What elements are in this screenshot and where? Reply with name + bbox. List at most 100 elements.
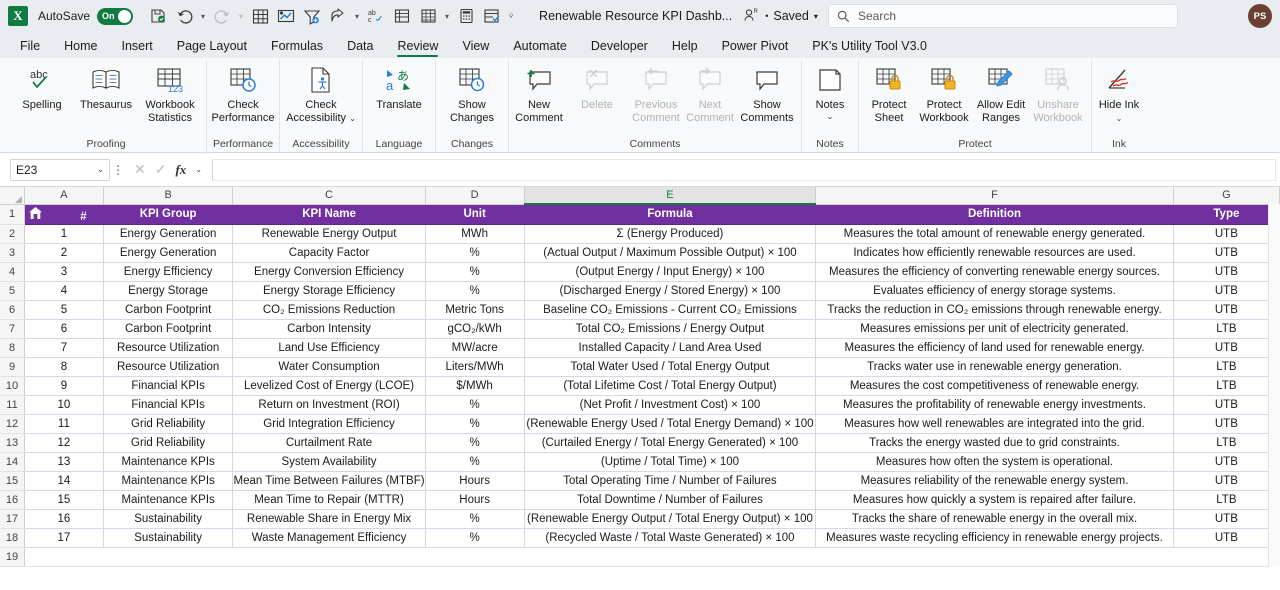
cell-formula[interactable]: (Output Energy / Input Energy) × 100: [524, 262, 817, 282]
sort-table-icon[interactable]: [389, 4, 415, 28]
cell-formula[interactable]: (Renewable Energy Output / Total Energy …: [524, 509, 817, 529]
row-header-12[interactable]: 12: [0, 414, 26, 434]
redo-dropdown-icon[interactable]: ▾: [235, 4, 247, 28]
cell-formula[interactable]: (Net Profit / Investment Cost) × 100: [524, 395, 817, 415]
save-status[interactable]: • Saved ▾: [765, 9, 818, 23]
cell-unit[interactable]: Hours: [425, 490, 525, 510]
cell-formula[interactable]: Total Operating Time / Number of Failure…: [524, 471, 817, 491]
cell-unit[interactable]: %: [425, 395, 525, 415]
cell-definition[interactable]: Measures waste recycling efficiency in r…: [815, 528, 1174, 548]
cell-kpi-group[interactable]: Energy Storage: [103, 281, 234, 301]
cell-type[interactable]: LTB: [1173, 319, 1280, 339]
column-header-g[interactable]: G: [1173, 187, 1280, 205]
cell-formula[interactable]: (Discharged Energy / Stored Energy) × 10…: [524, 281, 817, 301]
cell-kpi-group[interactable]: Grid Reliability: [103, 433, 234, 453]
cell-kpi-group[interactable]: Maintenance KPIs: [103, 471, 234, 491]
empty-cell[interactable]: [103, 547, 233, 567]
cell-unit[interactable]: %: [425, 281, 525, 301]
notes-chevron-down-icon[interactable]: ⌄: [827, 112, 834, 121]
cell-type[interactable]: UTB: [1173, 243, 1280, 263]
redo-icon[interactable]: [209, 4, 235, 28]
cell-number[interactable]: 7: [24, 338, 104, 358]
cell-kpi-group[interactable]: Sustainability: [103, 528, 234, 548]
cell-kpi-name[interactable]: Curtailment Rate: [232, 433, 426, 453]
cell-formula[interactable]: Baseline CO₂ Emissions - Current CO₂ Emi…: [524, 300, 817, 320]
save-icon[interactable]: [145, 4, 171, 28]
search-input[interactable]: Search: [828, 4, 1178, 28]
cell-number[interactable]: 16: [24, 509, 104, 529]
cell-definition[interactable]: Tracks the share of renewable energy in …: [815, 509, 1174, 529]
cell-definition[interactable]: Measures the total amount of renewable e…: [815, 224, 1174, 244]
cell-number[interactable]: 13: [24, 452, 104, 472]
cell-unit[interactable]: $/MWh: [425, 376, 525, 396]
cell-kpi-group[interactable]: Maintenance KPIs: [103, 490, 234, 510]
cell-kpi-name[interactable]: Mean Time to Repair (MTTR): [232, 490, 426, 510]
cell-type[interactable]: UTB: [1173, 528, 1280, 548]
cell-kpi-group[interactable]: Grid Reliability: [103, 414, 234, 434]
cell-formula[interactable]: (Actual Output / Maximum Possible Output…: [524, 243, 817, 263]
cell-kpi-name[interactable]: Renewable Energy Output: [232, 224, 426, 244]
row-header-6[interactable]: 6: [0, 300, 26, 320]
row-header-16[interactable]: 16: [0, 490, 26, 510]
tab-help[interactable]: Help: [660, 36, 710, 58]
cell-unit[interactable]: MWh: [425, 224, 525, 244]
cell-kpi-name[interactable]: Capacity Factor: [232, 243, 426, 263]
table-icon[interactable]: [247, 4, 273, 28]
name-box[interactable]: E23 ⌄: [10, 158, 110, 181]
row-header-11[interactable]: 11: [0, 395, 26, 415]
cell-unit[interactable]: %: [425, 243, 525, 263]
tab-home[interactable]: Home: [52, 36, 109, 58]
tab-insert[interactable]: Insert: [110, 36, 165, 58]
new-comment-button[interactable]: New Comment: [513, 60, 565, 124]
filter-icon[interactable]: [299, 4, 325, 28]
cell-kpi-group[interactable]: Financial KPIs: [103, 376, 234, 396]
header-cell-kpi-name[interactable]: KPI Name: [232, 204, 426, 225]
cell-type[interactable]: UTB: [1173, 300, 1280, 320]
cell-kpi-group[interactable]: Sustainability: [103, 509, 234, 529]
cell-number[interactable]: 14: [24, 471, 104, 491]
cell-number[interactable]: 10: [24, 395, 104, 415]
cell-number[interactable]: 11: [24, 414, 104, 434]
row-header-9[interactable]: 9: [0, 357, 26, 377]
vertical-scrollbar[interactable]: [1268, 204, 1280, 567]
show-comments-button[interactable]: Show Comments: [737, 60, 797, 124]
cell-number[interactable]: 2: [24, 243, 104, 263]
protect-sheet-button[interactable]: Protect Sheet: [863, 60, 915, 124]
cell-number[interactable]: 15: [24, 490, 104, 510]
row-header-19[interactable]: 19: [0, 547, 26, 567]
empty-cell[interactable]: [24, 547, 104, 567]
share-icon[interactable]: [325, 4, 351, 28]
row-header-18[interactable]: 18: [0, 528, 26, 548]
row-header-2[interactable]: 2: [0, 224, 26, 244]
protect-workbook-button[interactable]: Protect Workbook: [915, 60, 973, 124]
cell-kpi-group[interactable]: Energy Generation: [103, 224, 234, 244]
cell-unit[interactable]: %: [425, 262, 525, 282]
row-header-13[interactable]: 13: [0, 433, 26, 453]
cell-unit[interactable]: Liters/MWh: [425, 357, 525, 377]
hide-ink-button[interactable]: Hide Ink ⌄: [1096, 60, 1142, 125]
cell-formula[interactable]: Total Downtime / Number of Failures: [524, 490, 817, 510]
tab-data[interactable]: Data: [335, 36, 385, 58]
cell-kpi-name[interactable]: CO₂ Emissions Reduction: [232, 300, 426, 320]
workbook-statistics-button[interactable]: 123 Workbook Statistics: [138, 60, 202, 124]
cell-number[interactable]: 17: [24, 528, 104, 548]
tab-power-pivot[interactable]: Power Pivot: [710, 36, 801, 58]
cell-unit[interactable]: %: [425, 528, 525, 548]
autosave-toggle[interactable]: On: [97, 7, 134, 25]
cell-type[interactable]: UTB: [1173, 338, 1280, 358]
cell-definition[interactable]: Measures the profitability of renewable …: [815, 395, 1174, 415]
cell-formula[interactable]: Total CO₂ Emissions / Energy Output: [524, 319, 817, 339]
cell-formula[interactable]: (Uptime / Total Time) × 100: [524, 452, 817, 472]
notes-button[interactable]: Notes ⌄: [806, 60, 854, 121]
cell-unit[interactable]: gCO₂/kWh: [425, 319, 525, 339]
cell-formula[interactable]: (Total Lifetime Cost / Total Energy Outp…: [524, 376, 817, 396]
cell-kpi-name[interactable]: Carbon Intensity: [232, 319, 426, 339]
cell-unit[interactable]: %: [425, 452, 525, 472]
hide-ink-chevron-down-icon[interactable]: ⌄: [1116, 114, 1123, 123]
cell-kpi-name[interactable]: Grid Integration Efficiency: [232, 414, 426, 434]
row-header-10[interactable]: 10: [0, 376, 26, 396]
cell-kpi-name[interactable]: Water Consumption: [232, 357, 426, 377]
row-header-17[interactable]: 17: [0, 509, 26, 529]
empty-cell[interactable]: [1173, 547, 1280, 567]
cancel-entry-icon[interactable]: ✕: [134, 161, 146, 178]
